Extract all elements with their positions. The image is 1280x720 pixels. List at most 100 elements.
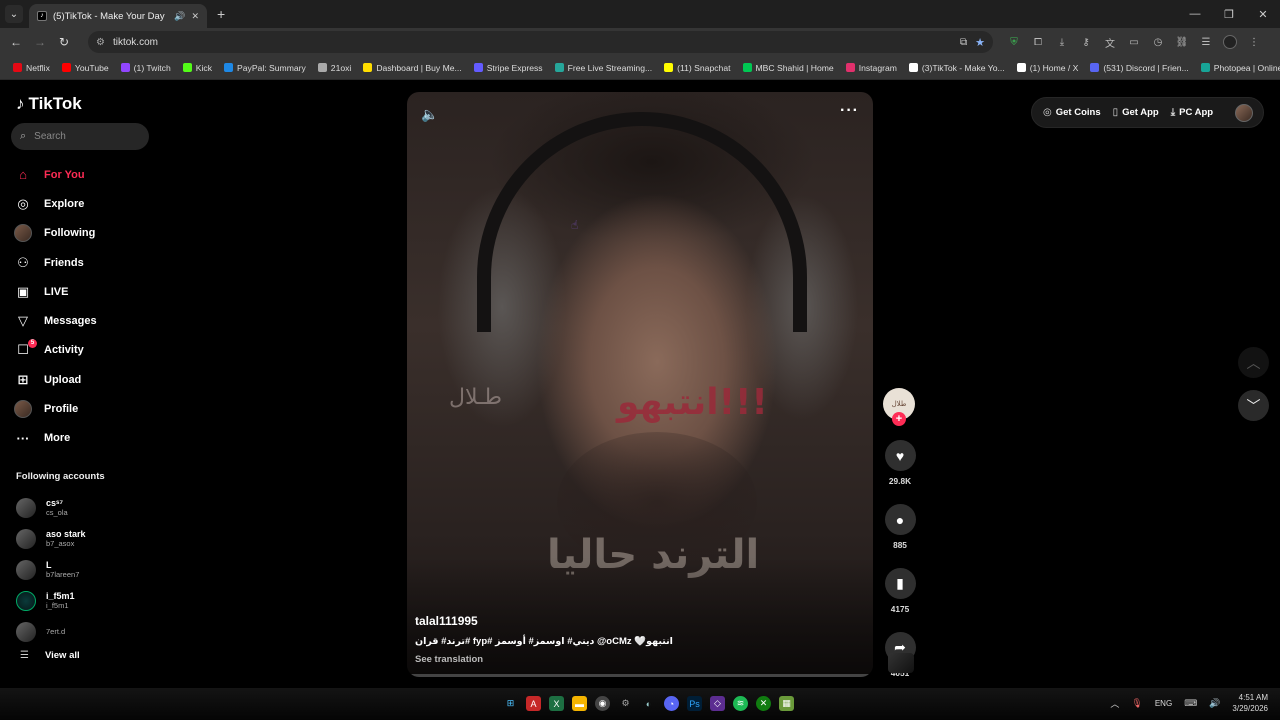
next-video-button[interactable]: ﹀ (1238, 390, 1269, 421)
sidebar-item-upload[interactable]: ⊞ Upload (14, 365, 154, 394)
volume-icon[interactable]: 🔈 (421, 106, 438, 123)
bookmark-item[interactable]: MBC Shahid | Home (738, 63, 839, 73)
system-clock[interactable]: 4:51 AM 3/29/2026 (1232, 692, 1268, 714)
tiktok-logo[interactable]: ♪ TikTok (16, 94, 82, 114)
link-icon[interactable]: ⛓ (1175, 37, 1189, 48)
tab-close-icon[interactable]: ✕ (191, 11, 199, 22)
list-item[interactable]: csˢ⁷ cs_ola (16, 492, 151, 523)
language-indicator[interactable]: ENG (1155, 699, 1172, 708)
following-avatar-icon (14, 224, 32, 243)
bookmark-item[interactable]: (531) Discord | Frien... (1085, 63, 1193, 73)
app-red-icon[interactable]: A (526, 696, 541, 711)
list-item[interactable]: aso stark b7_asox (16, 523, 151, 554)
browser-tab-tiktok[interactable]: ♪ (5)TikTok - Make Your Day 🔊 ✕ (29, 4, 207, 28)
sidebar-item-activity[interactable]: ☐ 5 Activity (14, 336, 154, 365)
password-key-icon[interactable]: ⚷ (1079, 37, 1093, 48)
pc-app-button[interactable]: ⤓ PC App (1171, 107, 1213, 118)
search-input[interactable]: ⌕ Search (11, 123, 149, 150)
extensions-icon[interactable]: ⧠ (1031, 37, 1045, 48)
chrome-icon[interactable]: ◉ (595, 696, 610, 711)
tray-overflow-icon[interactable]: ︿ (1110, 697, 1119, 710)
start-icon[interactable]: ⊞ (503, 696, 518, 711)
forward-icon[interactable]: → (28, 35, 52, 49)
reload-icon[interactable]: ↻ (52, 35, 76, 49)
sidebar-item-friends[interactable]: ⚇ Friends (14, 248, 154, 277)
bookmark-item[interactable]: (1) Home / X (1012, 63, 1084, 73)
browser-menu-icon[interactable]: ⋮ (1247, 37, 1261, 48)
bookmark-item[interactable]: Photopea | Online P... (1196, 63, 1280, 73)
microphone-icon[interactable]: 🎙 (1131, 698, 1142, 709)
address-bar[interactable]: ⚙ tiktok.com ⧉ ★ (88, 31, 993, 53)
bookmark-star-icon[interactable]: ★ (975, 36, 985, 49)
sidebar-item-following[interactable]: Following (14, 219, 154, 248)
new-tab-button[interactable]: + (217, 6, 225, 22)
back-icon[interactable]: ← (4, 35, 28, 49)
download-icon[interactable]: ⤓ (1055, 37, 1069, 48)
list-item[interactable]: 7ert.d (16, 616, 151, 647)
bookmark-item[interactable]: (3)TikTok - Make Yo... (904, 63, 1010, 73)
comment-count: 885 (893, 540, 907, 550)
get-app-button[interactable]: ▯ Get App (1113, 107, 1159, 118)
comment-button[interactable]: ● 885 (883, 504, 917, 550)
bookmark-item[interactable]: PayPal: Summary (219, 63, 311, 73)
excel-icon[interactable]: X (549, 696, 564, 711)
get-coins-button[interactable]: ◎ Get Coins (1043, 107, 1101, 118)
tab-search-button[interactable]: ⌄ (5, 5, 23, 23)
bookmark-item[interactable]: (11) Snapchat (659, 63, 735, 73)
sidebar-item-messages[interactable]: ▽ Messages (14, 306, 154, 335)
sidebar-item-explore[interactable]: ◎ Explore (14, 189, 154, 218)
bookmark-item[interactable]: Stripe Express (469, 63, 548, 73)
follow-plus-icon[interactable]: + (892, 412, 906, 426)
bookmark-item[interactable]: Free Live Streaming... (550, 63, 658, 73)
music-disc-icon[interactable] (888, 653, 914, 673)
shield-extension-icon[interactable]: ⛨ (1007, 37, 1021, 48)
sidebar-item-profile[interactable]: Profile (14, 394, 154, 423)
minecraft-icon[interactable]: ▦ (779, 696, 794, 711)
close-window-icon[interactable]: ✕ (1246, 8, 1280, 21)
see-translation-button[interactable]: See translation (415, 654, 483, 665)
steam-icon[interactable]: ◐ (641, 696, 656, 711)
save-button[interactable]: ▮ 4175 (883, 568, 917, 614)
tab-audio-icon[interactable]: 🔊 (174, 11, 185, 22)
bookmark-item[interactable]: Dashboard | Buy Me... (358, 63, 466, 73)
bookmark-item[interactable]: YouTube (57, 63, 114, 73)
payment-card-icon[interactable]: ▭ (1127, 37, 1141, 48)
file-explorer-icon[interactable]: ▬ (572, 696, 587, 711)
visual-studio-icon[interactable]: ◇ (710, 696, 725, 711)
bookmark-item[interactable]: Kick (178, 63, 217, 73)
bookmark-item[interactable]: Netflix (8, 63, 55, 73)
bookmark-item[interactable]: Instagram (841, 63, 902, 73)
user-avatar[interactable] (1235, 103, 1253, 122)
list-item[interactable]: Lb7lareen7 (16, 554, 151, 585)
sidebar-item-more[interactable]: ··· More (14, 424, 154, 453)
photoshop-icon[interactable]: Ps (687, 696, 702, 711)
video-player[interactable]: طـلال انتبهو!!! الترند حاليا 🔈 ··· ☝ tal… (407, 92, 873, 677)
site-info-icon[interactable]: ⚙ (96, 37, 105, 48)
like-button[interactable]: ♥ 29.8K (883, 440, 917, 486)
network-icon[interactable]: ⌨ (1184, 698, 1197, 709)
creator-avatar-text: طلال (891, 401, 907, 408)
browser-profile-avatar[interactable] (1223, 35, 1237, 49)
bookmark-item[interactable]: 21oxi (313, 63, 357, 73)
reading-list-icon[interactable]: ☰ (1199, 37, 1213, 48)
list-item[interactable]: i_f5m1 i_f5m1 (16, 585, 151, 616)
discord-icon[interactable]: ◔ (664, 696, 679, 711)
creator-avatar[interactable]: طلال + (883, 388, 915, 426)
sidebar-item-live[interactable]: ▣ LIVE (14, 277, 154, 306)
video-progress-bar[interactable] (407, 674, 873, 677)
install-app-icon[interactable]: ⧉ (960, 37, 967, 48)
history-icon[interactable]: ◷ (1151, 37, 1165, 48)
spotify-icon[interactable]: ≋ (733, 696, 748, 711)
more-options-icon[interactable]: ··· (840, 102, 859, 120)
translate-icon[interactable]: 文 (1103, 35, 1117, 50)
restore-icon[interactable]: ❐ (1212, 8, 1246, 21)
previous-video-button[interactable]: ︿ (1238, 347, 1269, 378)
settings-icon[interactable]: ⚙ (618, 696, 633, 711)
bookmark-item[interactable]: (1) Twitch (116, 63, 176, 73)
sidebar-item-for-you[interactable]: ⌂ For You (14, 160, 154, 189)
view-all-button[interactable]: ☰ View all (20, 650, 80, 661)
video-author[interactable]: talal111995 (415, 614, 478, 628)
minimize-icon[interactable]: — (1178, 8, 1212, 21)
volume-icon[interactable]: 🔊 (1209, 698, 1220, 709)
xbox-icon[interactable]: ✕ (756, 696, 771, 711)
